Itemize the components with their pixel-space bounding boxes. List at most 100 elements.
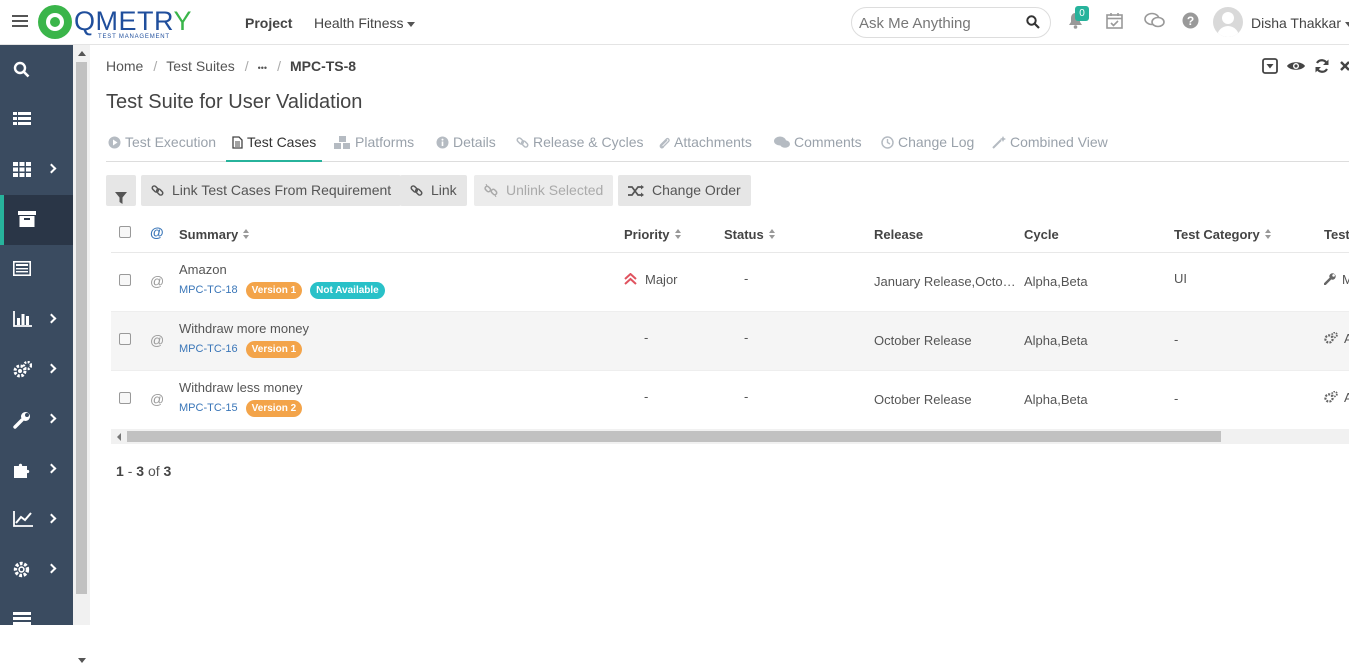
sort-icon[interactable] (674, 229, 682, 240)
scroll-left-arrow-icon[interactable] (117, 433, 121, 441)
caret-square-down-icon[interactable] (1262, 58, 1278, 79)
sidebar-item-trends[interactable] (0, 495, 73, 545)
test-case-key[interactable]: MPC-TC-16 (179, 343, 238, 355)
table-row[interactable]: @ Withdraw less money MPC-TC-15 Version 2… (111, 371, 1349, 430)
tab-details[interactable]: Details (436, 134, 496, 162)
column-test-type[interactable]: Test (1324, 227, 1349, 242)
sidebar-item-settings[interactable] (0, 545, 73, 595)
column-release[interactable]: Release (874, 227, 923, 242)
scroll-down-arrow-icon[interactable] (78, 658, 86, 663)
link-icon (410, 177, 423, 208)
row-checkbox[interactable] (119, 392, 131, 404)
priority-cell: - (644, 330, 649, 345)
table-row[interactable]: @ Amazon MPC-TC-18 Version 1 Not Available… (111, 253, 1349, 312)
chevron-right-icon (46, 413, 57, 424)
chat-icon[interactable] (1144, 12, 1165, 34)
project-selector[interactable]: Health Fitness (314, 15, 416, 31)
sidebar-item-more[interactable] (0, 595, 73, 645)
search-icon[interactable] (1026, 15, 1040, 34)
logo-subtext: TEST MANAGEMENT (98, 34, 170, 40)
eye-icon[interactable] (1286, 58, 1306, 79)
search-input[interactable] (859, 14, 1024, 32)
help-icon[interactable]: ? (1182, 12, 1199, 34)
table-row[interactable]: @ Withdraw more money MPC-TC-16 Version 1… (111, 312, 1349, 371)
row-checkbox[interactable] (119, 274, 131, 286)
column-cycle[interactable]: Cycle (1024, 227, 1059, 242)
comments-icon (774, 136, 790, 152)
filter-button[interactable] (106, 175, 136, 206)
qmetry-logo[interactable]: QMETRY TEST MANAGEMENT (38, 4, 192, 42)
tab-label: Change Log (898, 134, 975, 150)
change-order-button[interactable]: Change Order (618, 175, 751, 206)
pager-of: of (147, 463, 160, 479)
unlink-selected-button[interactable]: Unlink Selected (474, 175, 614, 208)
breadcrumb-test-suites[interactable]: Test Suites (166, 58, 234, 74)
tab-platforms[interactable]: Platforms (334, 134, 414, 162)
calendar-check-icon[interactable] (1106, 12, 1123, 34)
sidebar-item-integrations[interactable] (0, 445, 73, 495)
column-label: Summary (179, 227, 239, 242)
breadcrumb-home[interactable]: Home (106, 58, 143, 74)
test-case-summary[interactable]: Withdraw less money (179, 380, 303, 395)
stack-icon (13, 611, 31, 632)
sidebar-item-grid[interactable] (0, 145, 73, 195)
sort-icon[interactable] (243, 229, 250, 240)
tab-attachments[interactable]: Attachments (658, 134, 752, 162)
tab-test-execution[interactable]: Test Execution (108, 134, 216, 162)
hamburger-menu-icon[interactable] (12, 15, 28, 29)
release-cell: October Release (874, 333, 972, 348)
column-status[interactable]: Status (724, 227, 776, 242)
test-type-label: M (1342, 272, 1349, 287)
sort-icon[interactable] (768, 229, 776, 240)
scrollbar-thumb[interactable] (127, 431, 1221, 442)
sidebar-item-reports[interactable] (0, 245, 73, 295)
unlink-icon (484, 177, 498, 208)
test-case-summary[interactable]: Withdraw more money (179, 321, 309, 336)
tab-test-cases[interactable]: Test Cases (226, 134, 323, 162)
test-case-key[interactable]: MPC-TC-18 (179, 284, 238, 296)
tab-comments[interactable]: Comments (774, 134, 862, 162)
tab-label: Attachments (674, 134, 752, 150)
sidebar-scrollbar[interactable] (73, 45, 90, 663)
user-menu[interactable]: Disha Thakkar (1251, 15, 1349, 31)
row-checkbox[interactable] (119, 333, 131, 345)
info-circle-icon (436, 136, 449, 152)
button-label: Change Order (652, 182, 741, 198)
search-box (851, 7, 1051, 38)
at-icon: @ (150, 273, 165, 289)
test-case-summary[interactable]: Amazon (179, 262, 227, 277)
sort-icon[interactable] (1264, 229, 1272, 240)
sidebar-item-configuration[interactable] (0, 345, 73, 395)
notification-count-badge: 0 (1075, 6, 1089, 21)
close-icon[interactable] (1340, 58, 1349, 79)
select-all-checkbox[interactable] (119, 226, 131, 238)
scroll-up-arrow-icon[interactable] (78, 51, 86, 56)
sidebar-item-test-suites[interactable] (0, 195, 73, 245)
link-test-cases-from-requirement-button[interactable]: Link Test Cases From Requirement (141, 175, 402, 206)
breadcrumb-ellipsis[interactable]: ••• (258, 63, 267, 73)
tab-release-cycles[interactable]: Release & Cycles (516, 134, 644, 162)
refresh-icon[interactable] (1314, 58, 1330, 79)
priority-cell: Major (624, 272, 678, 288)
avatar[interactable] (1213, 7, 1243, 37)
status-cell: - (744, 271, 749, 286)
column-test-category[interactable]: Test Category (1174, 227, 1272, 242)
sidebar-item-analytics[interactable] (0, 295, 73, 345)
tab-combined-view[interactable]: Combined View (992, 134, 1108, 162)
project-label[interactable]: Project (245, 15, 292, 31)
scrollbar-thumb[interactable] (76, 62, 87, 594)
pager-from: 1 (116, 463, 124, 479)
sidebar-item-search[interactable] (0, 45, 73, 95)
tab-change-log[interactable]: Change Log (881, 134, 974, 162)
pager-dash: - (127, 463, 133, 479)
pager-to: 3 (136, 463, 145, 479)
sidebar-item-tools[interactable] (0, 395, 73, 445)
column-priority[interactable]: Priority (624, 227, 682, 242)
column-summary[interactable]: Summary (179, 227, 250, 242)
clock-icon (881, 136, 894, 152)
test-case-key[interactable]: MPC-TC-15 (179, 402, 238, 414)
sidebar-item-list[interactable] (0, 95, 73, 145)
link-button[interactable]: Link (400, 175, 467, 206)
table-horizontal-scrollbar[interactable] (111, 429, 1349, 444)
shuffle-icon (628, 177, 644, 208)
